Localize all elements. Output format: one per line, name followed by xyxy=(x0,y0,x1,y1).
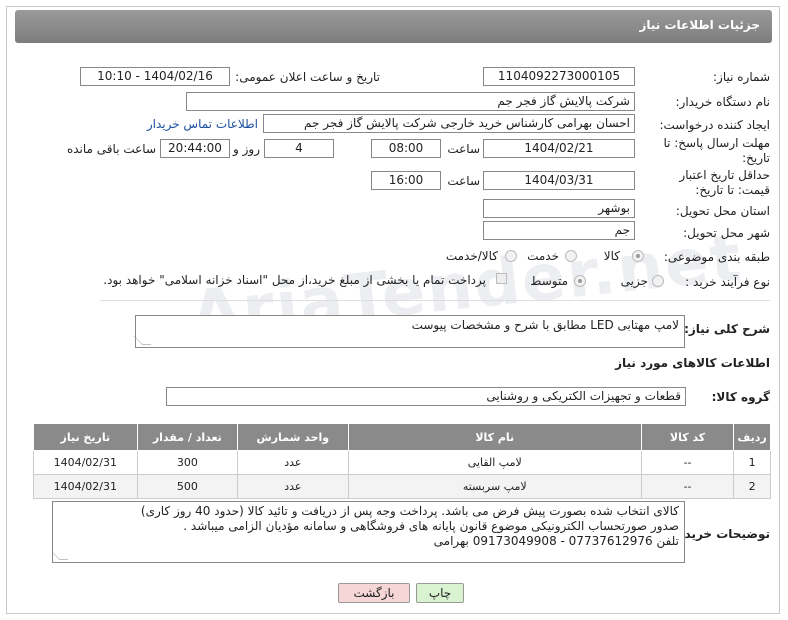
buyer-note-line: تلفن 07737612976 - 09173049908 بهرامی xyxy=(433,534,679,548)
category-option-service: خدمت xyxy=(527,249,559,263)
province-label: استان محل تحویل: xyxy=(675,204,770,218)
reply-days-remaining[interactable]: 4 xyxy=(264,139,334,158)
col-row: ردیف xyxy=(733,423,771,451)
purchase-option-minor: جزیی xyxy=(620,274,648,288)
items-table: ردیف کد کالا نام کالا واحد شمارش تعداد /… xyxy=(33,423,771,499)
general-desc-textarea[interactable]: لامپ مهتابی LED مطابق با شرح و مشخصات پی… xyxy=(133,315,685,348)
announce-datetime-field[interactable]: 1404/02/16 - 10:10 xyxy=(80,67,230,86)
category-radio-service[interactable] xyxy=(565,250,577,262)
col-code: کد کالا xyxy=(640,423,735,451)
buyer-org-label: نام دستگاه خریدار: xyxy=(675,95,771,109)
need-number-field[interactable]: 1104092273000105 xyxy=(483,67,635,86)
cell-qty: 500 xyxy=(136,474,239,499)
print-button[interactable]: چاپ xyxy=(416,583,464,603)
buyer-note-line: کالای انتخاب شده بصورت پیش فرض می باشد. … xyxy=(140,504,679,518)
cell-row: 1 xyxy=(733,450,771,475)
purchase-type-label: نوع فرآیند خرید : xyxy=(685,275,770,289)
divider xyxy=(100,300,770,301)
requester-label: ایجاد کننده درخواست: xyxy=(659,118,770,132)
cell-unit: عدد xyxy=(237,450,349,475)
col-date: تاریخ نیاز xyxy=(33,423,138,451)
reply-time-label: ساعت xyxy=(447,142,480,156)
buyer-contact-link[interactable]: اطلاعات تماس خریدار xyxy=(147,117,258,131)
col-unit: واحد شمارش xyxy=(237,423,349,451)
purchase-radio-minor[interactable] xyxy=(652,275,664,287)
treasury-note: پرداخت تمام یا بخشی از مبلغ خرید،از محل … xyxy=(103,273,486,287)
cell-qty: 300 xyxy=(136,450,239,475)
cell-code: -- xyxy=(640,474,735,499)
city-field[interactable]: جم xyxy=(483,221,635,240)
table-header-row: ردیف کد کالا نام کالا واحد شمارش تعداد /… xyxy=(33,423,771,451)
treasury-checkbox[interactable] xyxy=(496,273,507,284)
page-title: جزئیات اطلاعات نیاز xyxy=(639,18,760,32)
reply-time-remaining[interactable]: 20:44:00 xyxy=(160,139,230,158)
general-desc-label: شرح کلی نیاز: xyxy=(684,322,770,336)
requester-field[interactable]: احسان بهرامی کارشناس خرید خارجی شرکت پال… xyxy=(263,114,635,133)
category-radio-goods-service[interactable] xyxy=(505,250,517,262)
table-row[interactable]: 1 -- لامپ القایی عدد 300 1404/02/31 xyxy=(33,450,771,475)
back-button[interactable]: بازگشت xyxy=(338,583,410,603)
cell-row: 2 xyxy=(733,474,771,499)
buyer-note-line: صدور صورتحساب الکترونیکی موضوع قانون پای… xyxy=(183,519,679,533)
col-name: نام کالا xyxy=(347,423,642,451)
price-time-label: ساعت xyxy=(447,174,480,188)
category-radio-goods[interactable] xyxy=(632,250,644,262)
buyer-notes-textarea[interactable]: کالای انتخاب شده بصورت پیش فرض می باشد. … xyxy=(52,501,685,563)
province-field[interactable]: بوشهر xyxy=(483,199,635,218)
price-validity-time[interactable]: 16:00 xyxy=(371,171,441,190)
col-qty: تعداد / مقدار xyxy=(136,423,239,451)
page-header: جزئیات اطلاعات نیاز xyxy=(15,10,772,43)
table-row[interactable]: 2 -- لامپ سربسته عدد 500 1404/02/31 xyxy=(33,474,771,499)
cell-date: 1404/02/31 xyxy=(33,450,138,475)
resize-grip-icon[interactable] xyxy=(53,551,69,560)
goods-group-field[interactable]: قطعات و تجهیزات الکتریکی و روشنایی xyxy=(166,387,686,406)
resize-grip-icon[interactable] xyxy=(133,336,152,345)
reply-deadline-date[interactable]: 1404/02/21 xyxy=(483,139,635,158)
purchase-radio-medium[interactable] xyxy=(574,275,586,287)
reply-deadline-time[interactable]: 08:00 xyxy=(371,139,441,158)
cell-date: 1404/02/31 xyxy=(33,474,138,499)
buyer-org-field[interactable]: شرکت پالایش گاز فجر جم xyxy=(186,92,635,111)
category-option-goods-service: کالا/خدمت xyxy=(445,249,498,263)
cell-unit: عدد xyxy=(237,474,349,499)
price-validity-label: حداقل تاریخ اعتبار قیمت: تا تاریخ: xyxy=(679,168,770,197)
cell-name: لامپ القایی xyxy=(347,450,642,475)
remaining-label: ساعت باقی مانده xyxy=(66,142,156,156)
days-label: روز و xyxy=(233,142,260,156)
category-option-goods: کالا xyxy=(603,249,620,263)
goods-group-label: گروه کالا: xyxy=(711,390,770,404)
cell-name: لامپ سربسته xyxy=(347,474,642,499)
announce-datetime-label: تاریخ و ساعت اعلان عمومی: xyxy=(235,70,380,84)
cell-code: -- xyxy=(640,450,735,475)
need-number-label: شماره نیاز: xyxy=(713,70,770,84)
city-label: شهر محل تحویل: xyxy=(683,226,770,240)
purchase-option-medium: متوسط xyxy=(530,274,568,288)
category-label: طبقه بندی موضوعی: xyxy=(663,250,770,264)
reply-deadline-label: مهلت ارسال پاسخ: تا تاریخ: xyxy=(663,136,770,165)
general-desc-text: لامپ مهتابی LED مطابق با شرح و مشخصات پی… xyxy=(411,318,679,332)
price-validity-date[interactable]: 1404/03/31 xyxy=(483,171,635,190)
goods-section-title: اطلاعات کالاهای مورد نیاز xyxy=(615,356,770,370)
